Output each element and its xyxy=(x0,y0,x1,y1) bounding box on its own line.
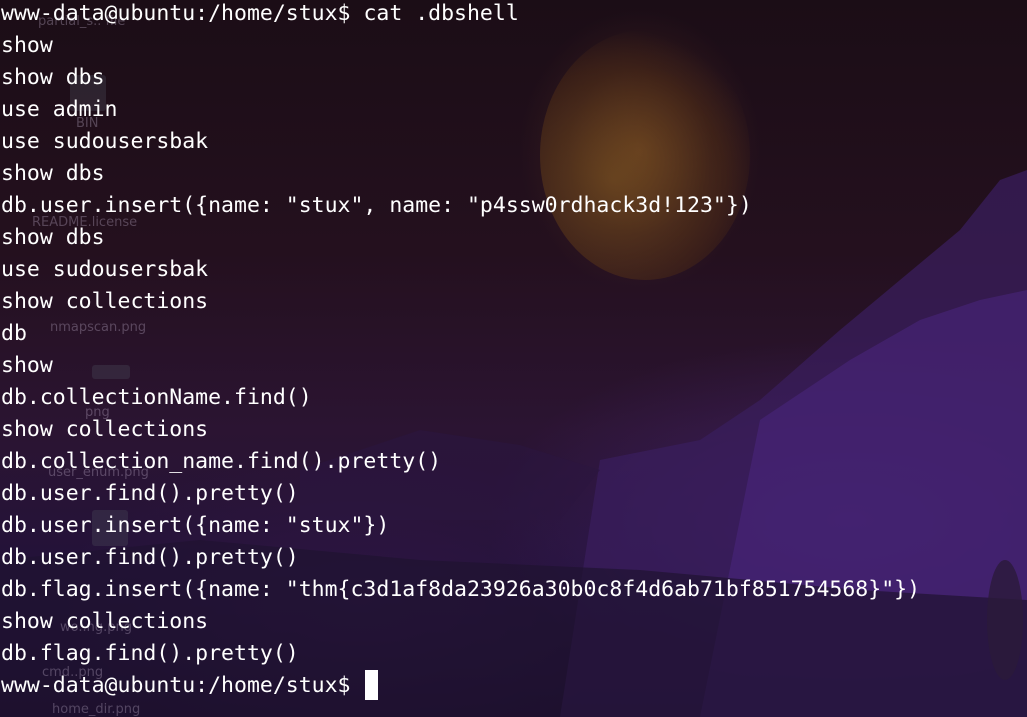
command-line: www-data@ubuntu:/home/stux$ cat .dbshell xyxy=(1,0,519,30)
output-line: db.user.find().pretty() xyxy=(1,545,299,570)
output-line: show collections xyxy=(1,609,209,634)
output-line: show xyxy=(1,353,53,378)
output-line: show dbs xyxy=(1,65,105,90)
output-line: show dbs xyxy=(1,225,105,250)
entered-command: cat .dbshell xyxy=(363,1,519,26)
shell-prompt: www-data@ubuntu:/home/stux$ xyxy=(1,673,364,698)
output-line: db.collectionName.find() xyxy=(1,385,312,410)
output-line: db.user.insert({name: "stux"}) xyxy=(1,513,390,538)
current-prompt-line[interactable]: www-data@ubuntu:/home/stux$ xyxy=(1,670,379,702)
output-line: show xyxy=(1,33,53,58)
text-cursor xyxy=(365,670,379,700)
output-line: db.flag.find().pretty() xyxy=(1,641,299,666)
output-line: show collections xyxy=(1,417,209,442)
output-line: db.flag.insert({name: "thm{c3d1af8da2392… xyxy=(1,577,921,602)
output-line: use admin xyxy=(1,97,118,122)
output-line: db.user.insert({name: "stux", name: "p4s… xyxy=(1,193,752,218)
terminal-window[interactable]: www-data@ubuntu:/home/stux$ cat .dbshell… xyxy=(0,0,1027,717)
output-line: use sudousersbak xyxy=(1,257,209,282)
shell-prompt: www-data@ubuntu:/home/stux$ xyxy=(1,1,364,26)
output-line: db.user.find().pretty() xyxy=(1,481,299,506)
output-line: show collections xyxy=(1,289,209,314)
output-line: use sudousersbak xyxy=(1,129,209,154)
output-line: show dbs xyxy=(1,161,105,186)
output-line: db xyxy=(1,321,27,346)
output-line: db.collection_name.find().pretty() xyxy=(1,449,442,474)
